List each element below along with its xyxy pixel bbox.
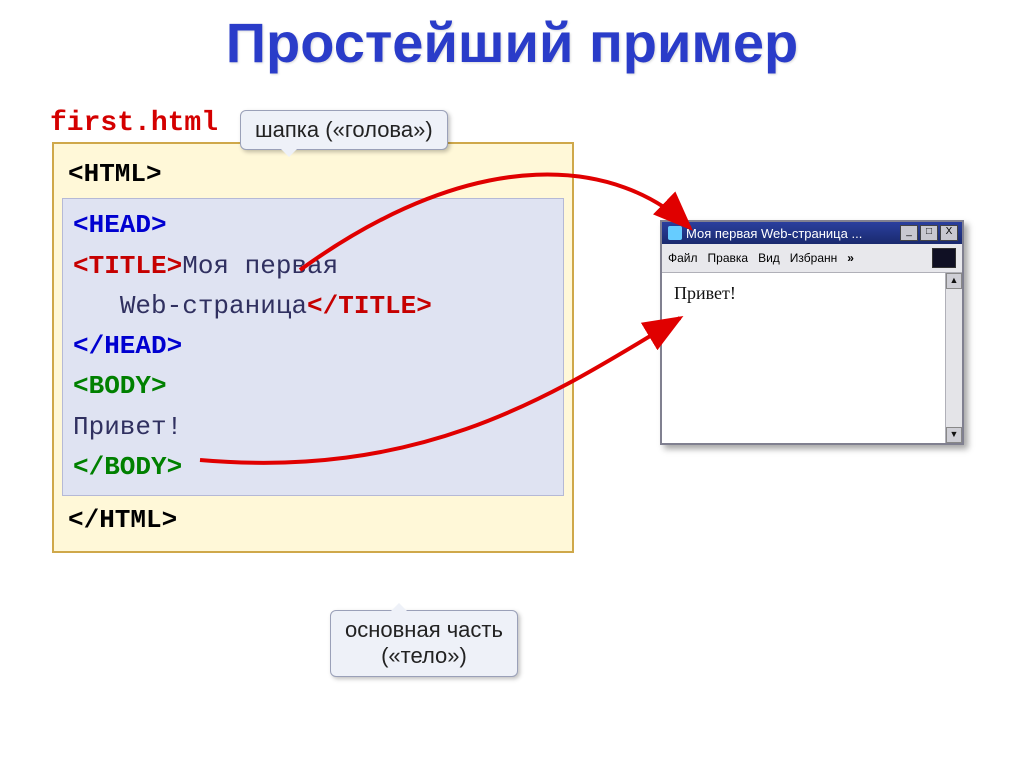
menu-bar: Файл Правка Вид Избранн » — [662, 244, 962, 273]
filename-label: first.html — [50, 108, 218, 139]
browser-content: Привет! ▲ ▼ — [662, 273, 962, 443]
head-section: <HEAD> <TITLE>Моя первая Web-страница</T… — [62, 198, 564, 496]
callout-head: шапка («голова») — [240, 110, 448, 150]
menu-favorites[interactable]: Избранн — [790, 251, 837, 265]
tag-title-open: <TITLE> — [73, 251, 182, 281]
callout-body: основная часть («тело») — [330, 610, 518, 677]
ie-icon — [668, 226, 682, 240]
tag-html-close: </HTML> — [68, 505, 177, 535]
page-body-text: Привет! — [674, 283, 736, 303]
vertical-scrollbar[interactable]: ▲ ▼ — [945, 273, 962, 443]
menu-view[interactable]: Вид — [758, 251, 780, 265]
title-text-line2: Web-страница — [120, 291, 307, 321]
tag-head-open: <HEAD> — [73, 210, 167, 240]
code-block: <HTML> <HEAD> <TITLE>Моя первая Web-стра… — [52, 142, 574, 553]
callout-body-line2: («тело») — [381, 643, 467, 668]
body-text: Привет! — [73, 412, 182, 442]
browser-window: Моя первая Web-страница ... _ □ X Файл П… — [660, 220, 964, 445]
page-title: Простейший пример — [0, 10, 1024, 75]
window-title-text: Моя первая Web-страница ... — [686, 226, 862, 241]
tag-body-open: <BODY> — [73, 371, 167, 401]
window-titlebar: Моя первая Web-страница ... _ □ X — [662, 222, 962, 244]
menu-file[interactable]: Файл — [668, 251, 698, 265]
menu-more-chevron-icon[interactable]: » — [847, 251, 854, 265]
maximize-button[interactable]: □ — [920, 225, 938, 241]
title-text-line1: Моя первая — [182, 251, 338, 281]
close-button[interactable]: X — [940, 225, 958, 241]
minimize-button[interactable]: _ — [900, 225, 918, 241]
tag-head-close: </HEAD> — [73, 331, 182, 361]
tag-html-open: <HTML> — [68, 159, 162, 189]
tag-title-close: </TITLE> — [307, 291, 432, 321]
throbber-icon — [932, 248, 956, 268]
scroll-up-button[interactable]: ▲ — [946, 273, 962, 289]
menu-edit[interactable]: Правка — [708, 251, 749, 265]
callout-body-line1: основная часть — [345, 617, 503, 642]
tag-body-close: </BODY> — [73, 452, 182, 482]
scroll-down-button[interactable]: ▼ — [946, 427, 962, 443]
